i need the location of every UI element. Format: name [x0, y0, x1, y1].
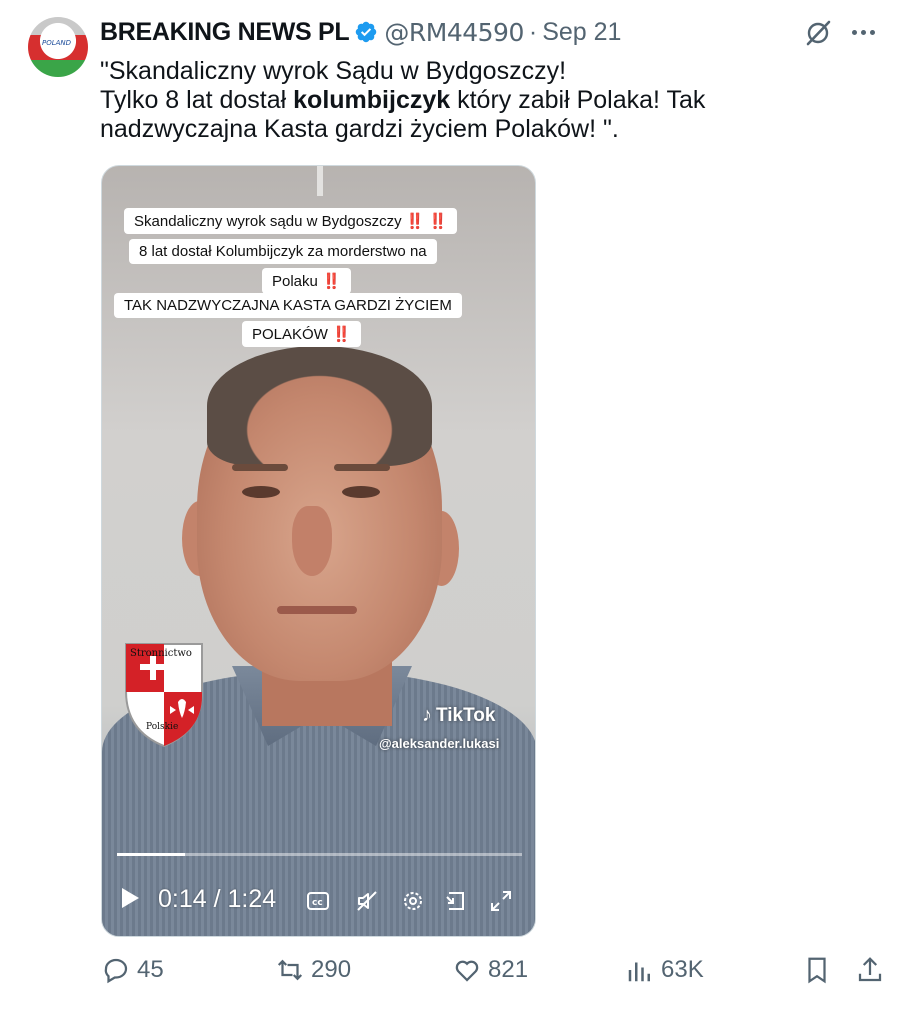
svg-text:cc: cc	[312, 898, 323, 908]
tweet-text: "Skandaliczny wyrok Sądu w Bydgoszczy! T…	[100, 57, 880, 144]
like-icon	[455, 960, 479, 982]
repost-icon	[277, 959, 303, 981]
like-button[interactable]: 821	[452, 955, 528, 985]
avatar[interactable]: POLAND	[28, 17, 88, 77]
repost-button[interactable]: 290	[275, 955, 351, 985]
views-icon	[628, 962, 650, 982]
tweet-line-3: nadzwyczajna Kasta gardzi życiem Polaków…	[100, 115, 619, 143]
shield-bottom-text: Polskie	[146, 722, 178, 732]
like-count: 821	[488, 956, 529, 983]
tweet-header: BREAKING NEWS PL @RM44590 · Sep 21	[100, 15, 621, 49]
video-progress-fill	[117, 853, 185, 856]
tweet-line-2: Tylko 8 lat dostał kolumbijczyk który za…	[100, 86, 706, 114]
reply-count: 45	[137, 956, 164, 983]
video-time: 0:14 / 1:24	[158, 885, 277, 913]
caption-line-3: Polaku ‼️	[262, 268, 351, 294]
tweet-date[interactable]: Sep 21	[542, 18, 621, 47]
caption-line-2: 8 lat dostał Kolumbijczyk za morderstwo …	[129, 239, 437, 264]
more-icon[interactable]	[852, 30, 875, 35]
shield-top-text: Stronnictwo	[130, 648, 192, 659]
repost-count: 290	[311, 956, 352, 983]
video-controls: 0:14 / 1:24 cc	[102, 871, 535, 931]
tweet-bold-word: kolumbijczyk	[293, 86, 451, 114]
share-icon[interactable]	[855, 955, 885, 985]
caption-line-4: TAK NADZWYCZAJNA KASTA GARDZI ŻYCIEM	[114, 293, 462, 318]
views-button[interactable]: 63K	[625, 955, 704, 985]
caption-line-1: Skandaliczny wyrok sądu w Bydgoszczy ‼️ …	[124, 208, 458, 234]
fullscreen-icon[interactable]	[489, 889, 513, 913]
verified-badge-icon[interactable]	[354, 20, 378, 44]
views-count: 63K	[661, 956, 704, 983]
video-player[interactable]: Skandaliczny wyrok sądu w Bydgoszczy ‼️ …	[101, 165, 536, 937]
mute-icon[interactable]	[355, 889, 379, 913]
tiktok-icon: ♪	[422, 704, 432, 726]
display-name[interactable]: BREAKING NEWS PL	[100, 18, 350, 47]
user-handle[interactable]: @RM44590	[384, 18, 524, 47]
tiktok-brand: TikTok	[436, 704, 496, 726]
play-icon[interactable]	[122, 888, 139, 908]
reply-button[interactable]: 45	[101, 955, 164, 985]
tiktok-watermark: ♪ TikTok	[422, 704, 495, 727]
video-progress-bar[interactable]	[117, 853, 522, 856]
reply-icon	[104, 958, 128, 984]
grok-icon[interactable]	[802, 17, 834, 49]
captions-icon[interactable]: cc	[306, 889, 330, 913]
bookmark-icon[interactable]	[802, 955, 832, 985]
settings-icon[interactable]	[401, 889, 425, 913]
tweet-line-1: "Skandaliczny wyrok Sądu w Bydgoszczy!	[100, 57, 567, 85]
avatar-label: POLAND	[42, 39, 72, 47]
tiktok-handle: @aleksander.lukasi	[379, 736, 500, 751]
caption-line-5: POLAKÓW ‼️	[242, 321, 361, 347]
separator-dot: ·	[528, 17, 538, 46]
shield-logo-icon: Stronnictwo Polskie	[125, 643, 203, 748]
pip-icon[interactable]	[444, 889, 468, 913]
